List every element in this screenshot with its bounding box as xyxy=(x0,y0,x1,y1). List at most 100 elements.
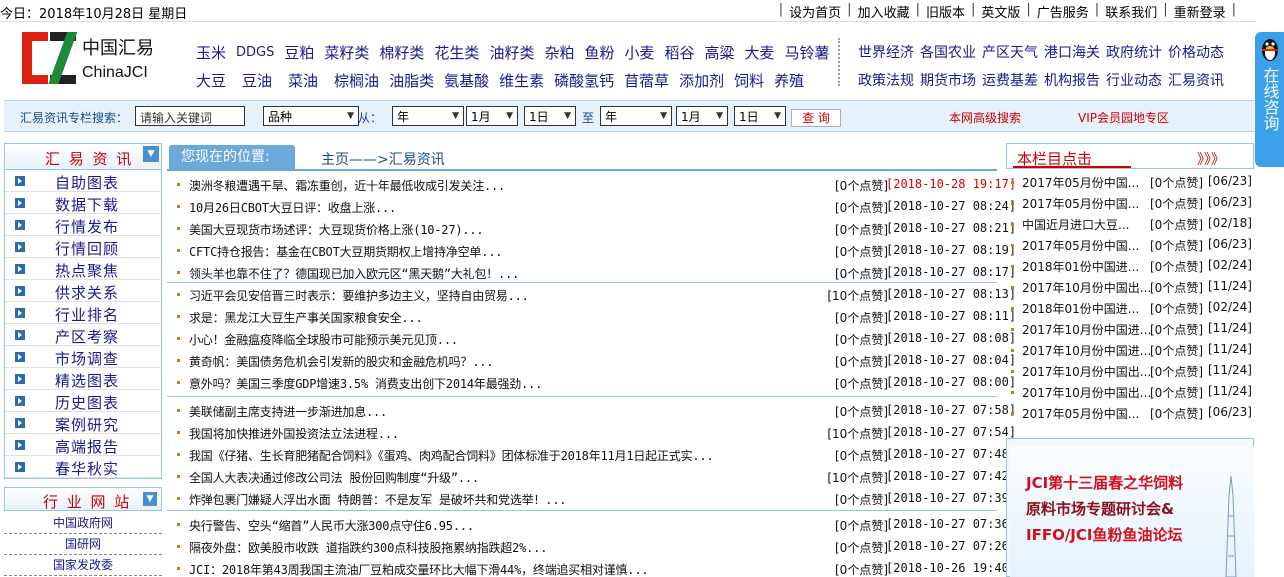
commodity-link[interactable]: 杂粕 xyxy=(544,42,574,63)
hit-list-item[interactable]: 2018年01份中国进... [0个点赞] [02/24] xyxy=(1008,297,1254,318)
news-title[interactable]: 美国大豆现货市场述评：大豆现货价格上涨(10-27)... xyxy=(189,221,484,238)
commodity-link[interactable]: 马铃薯 xyxy=(785,42,830,63)
site-link[interactable]: 中国政府网 xyxy=(4,514,162,534)
commodity-link[interactable]: 棉籽类 xyxy=(379,42,424,63)
news-row[interactable]: 央行警告、空头“缩首”人民币大涨300点守住6.95... [0个点赞] [2018… xyxy=(167,513,1016,535)
hit-list-item[interactable]: 2017年10月份中国出... [0个点赞] [11/24] xyxy=(1008,381,1254,402)
sidebar-item[interactable]: 行情发布 xyxy=(5,214,161,236)
breadcrumb[interactable]: 主页——>汇易资讯 xyxy=(321,149,445,169)
hit-title[interactable]: 2017年05月份中国... xyxy=(1022,237,1139,254)
sidebar-item[interactable]: 历史图表 xyxy=(5,390,161,412)
from-day-select[interactable]: 1日 ▼ xyxy=(524,106,576,126)
commodity-link[interactable]: 氨基酸 xyxy=(444,70,489,91)
from-year-select[interactable]: 年 ▼ xyxy=(392,106,464,126)
top-link-old-version[interactable]: 旧版本 xyxy=(926,2,965,21)
news-title[interactable]: 小心！金融瘟疫降临全球股市可能预示美元见顶... xyxy=(189,331,458,348)
news-row[interactable]: CFTC持仓报告：基金在CBOT大豆期货期权上增持净空单... [0个点赞] [20… xyxy=(167,239,1016,261)
commodity-link[interactable]: 磷酸氢钙 xyxy=(554,70,614,91)
news-title[interactable]: 我国将加快推进外国投资法立法进程... xyxy=(189,425,399,442)
info-link[interactable]: 产区天气 xyxy=(982,42,1038,62)
commodity-link[interactable]: 苜蓿草 xyxy=(624,70,669,91)
news-row[interactable]: 黄奇帆：美国债务危机会引发新的股灾和金融危机吗？... [0个点赞] [2018-1… xyxy=(167,349,1016,371)
news-title[interactable]: 隔夜外盘：欧美股市收跌 道指跌约300点科技股拖累纳指跌超2%... xyxy=(189,539,547,556)
hit-list-item[interactable]: 2017年10月份中国进... [0个点赞] [11/24] xyxy=(1008,318,1254,339)
hit-list-item[interactable]: 2018年01份中国进... [0个点赞] [02/24] xyxy=(1008,255,1254,276)
to-year-select[interactable]: 年 ▼ xyxy=(600,106,672,126)
news-title[interactable]: 央行警告、空头“缩首”人民币大涨300点守住6.95... xyxy=(189,517,474,534)
top-link-ad-service[interactable]: 广告服务 xyxy=(1037,2,1089,21)
vip-area-link[interactable]: VIP会员园地专区 xyxy=(1078,109,1169,126)
news-title[interactable]: 10月26日CBOT大豆日评：收盘上涨... xyxy=(189,199,396,216)
commodity-link[interactable]: 维生素 xyxy=(499,70,544,91)
commodity-link[interactable]: 饲料 xyxy=(734,70,764,91)
commodity-link[interactable]: 花生类 xyxy=(434,42,479,63)
hit-title[interactable]: 中国近月进口大豆... xyxy=(1022,216,1129,233)
sidebar-item[interactable]: 数据下载 xyxy=(5,192,161,214)
info-link[interactable]: 行业动态 xyxy=(1106,70,1162,90)
news-row[interactable]: 求是：黑龙江大豆生产事关国家粮食安全... [0个点赞] [2018-10-27 0… xyxy=(167,305,1016,327)
news-title[interactable]: 美联储副主席支持进一步渐进加息... xyxy=(189,403,387,420)
sidebar-item[interactable]: 自助图表 xyxy=(5,170,161,192)
news-row[interactable]: 10月26日CBOT大豆日评：收盘上涨... [0个点赞] [2018-10-27 … xyxy=(167,195,1016,217)
info-link[interactable]: 各国农业 xyxy=(920,42,976,62)
commodity-link[interactable]: 棕榈油 xyxy=(334,70,379,91)
keyword-input[interactable]: 请输入关键词 xyxy=(135,106,245,126)
chevron-down-icon[interactable]: ▼ xyxy=(143,146,159,162)
sidebar-item[interactable]: 高端报告 xyxy=(5,434,161,456)
hit-list-item[interactable]: 2017年05月份中国... [0个点赞] [06/23] xyxy=(1008,171,1254,192)
sidebar-item[interactable]: 行情回顾 xyxy=(5,236,161,258)
sidebar-item[interactable]: 春华秋实 xyxy=(5,456,161,478)
commodity-link[interactable]: 添加剂 xyxy=(679,70,724,91)
hit-title[interactable]: 2017年05月份中国... xyxy=(1022,405,1139,422)
top-link-relogin[interactable]: 重新登录 xyxy=(1174,2,1226,21)
commodity-link[interactable]: 养殖 xyxy=(774,70,804,91)
news-title[interactable]: 领头羊也靠不住了？德国现已加入欧元区“黑天鹅”大礼包！... xyxy=(189,265,519,282)
news-row[interactable]: 小心！金融瘟疫降临全球股市可能预示美元见顶... [0个点赞] [2018-10-2… xyxy=(167,327,1016,349)
commodity-link[interactable]: 菜籽类 xyxy=(324,42,369,63)
hit-list-item[interactable]: 2017年10月份中国进... [0个点赞] [11/24] xyxy=(1008,339,1254,360)
info-link[interactable]: 期货市场 xyxy=(920,70,976,90)
news-title[interactable]: CFTC持仓报告：基金在CBOT大豆期货期权上增持净空单... xyxy=(189,243,502,260)
commodity-link[interactable]: 豆粕 xyxy=(284,42,314,63)
info-link[interactable]: 价格动态 xyxy=(1168,42,1224,62)
commodity-link[interactable]: 豆油 xyxy=(242,70,272,91)
news-row[interactable]: 美国大豆现货市场述评：大豆现货价格上涨(10-27)... [0个点赞] [2018… xyxy=(167,217,1016,239)
news-title[interactable]: 全国人大表决通过修改公司法 股份回购制度“升级”... xyxy=(189,469,479,486)
news-row[interactable]: 隔夜外盘：欧美股市收跌 道指跌约300点科技股拖累纳指跌超2%... [0个点赞]… xyxy=(167,535,1016,557)
news-title[interactable]: 炸弹包裹门嫌疑人浮出水面 特朗普：不是友军 是破坏共和党选举！... xyxy=(189,491,567,508)
info-link[interactable]: 运费基差 xyxy=(982,70,1038,90)
advanced-search-link[interactable]: 本网高级搜索 xyxy=(949,109,1021,126)
online-consult-button[interactable]: 在线咨询 xyxy=(1255,32,1284,167)
commodity-link[interactable]: 大豆 xyxy=(196,70,226,91)
category-select[interactable]: 品种 ▼ xyxy=(263,106,359,126)
info-link[interactable]: 世界经济 xyxy=(858,42,914,62)
sidebar-item[interactable]: 案例研究 xyxy=(5,412,161,434)
hit-title[interactable]: 2017年10月份中国出... xyxy=(1022,384,1151,401)
more-link[interactable]: 》》》 xyxy=(1197,149,1225,169)
news-title[interactable]: 我国《仔猪、生长育肥猪配合饲料》《蛋鸡、肉鸡配合饲料》团体标准于2018年11月… xyxy=(189,447,714,464)
news-row[interactable]: 领头羊也靠不住了？德国现已加入欧元区“黑天鹅”大礼包！... [0个点赞] [201… xyxy=(167,261,1016,283)
hit-list-item[interactable]: 2017年05月份中国... [0个点赞] [06/23] xyxy=(1008,234,1254,255)
commodity-link[interactable]: DDGS xyxy=(236,45,274,60)
top-link-english[interactable]: 英文版 xyxy=(981,2,1020,21)
top-link-contact[interactable]: 联系我们 xyxy=(1105,2,1157,21)
commodity-link[interactable]: 高粱 xyxy=(705,42,735,63)
commodity-link[interactable]: 大麦 xyxy=(745,42,775,63)
sidebar-item[interactable]: 产区考察 xyxy=(5,324,161,346)
commodity-link[interactable]: 菜油 xyxy=(288,70,318,91)
hit-list-item[interactable]: 2017年05月份中国... [0个点赞] [06/23] xyxy=(1008,402,1254,423)
hit-list-item[interactable]: 2017年10月份中国出... [0个点赞] [11/24] xyxy=(1008,360,1254,381)
news-row[interactable]: 我国将加快推进外国投资法立法进程... [10个点赞] [2018-10-27 07… xyxy=(167,421,1016,443)
info-link[interactable]: 政策法规 xyxy=(858,70,914,90)
commodity-link[interactable]: 油脂类 xyxy=(389,70,434,91)
sidebar-item[interactable]: 精选图表 xyxy=(5,368,161,390)
commodity-link[interactable]: 小麦 xyxy=(624,42,654,63)
commodity-link[interactable]: 油籽类 xyxy=(489,42,534,63)
news-title[interactable]: 意外吗？美国三季度GDP增速3.5% 消费支出创下2014年最强劲... xyxy=(189,375,542,392)
news-row[interactable]: 我国《仔猪、生长育肥猪配合饲料》《蛋鸡、肉鸡配合饲料》团体标准于2018年11月… xyxy=(167,443,1016,465)
sidebar-item[interactable]: 市场调查 xyxy=(5,346,161,368)
hit-title[interactable]: 2017年10月份中国进... xyxy=(1022,342,1151,359)
to-month-select[interactable]: 1月 ▼ xyxy=(676,106,728,126)
hit-title[interactable]: 2017年10月份中国进... xyxy=(1022,321,1151,338)
hit-list-item[interactable]: 2017年10月份中国出... [0个点赞] [11/24] xyxy=(1008,276,1254,297)
